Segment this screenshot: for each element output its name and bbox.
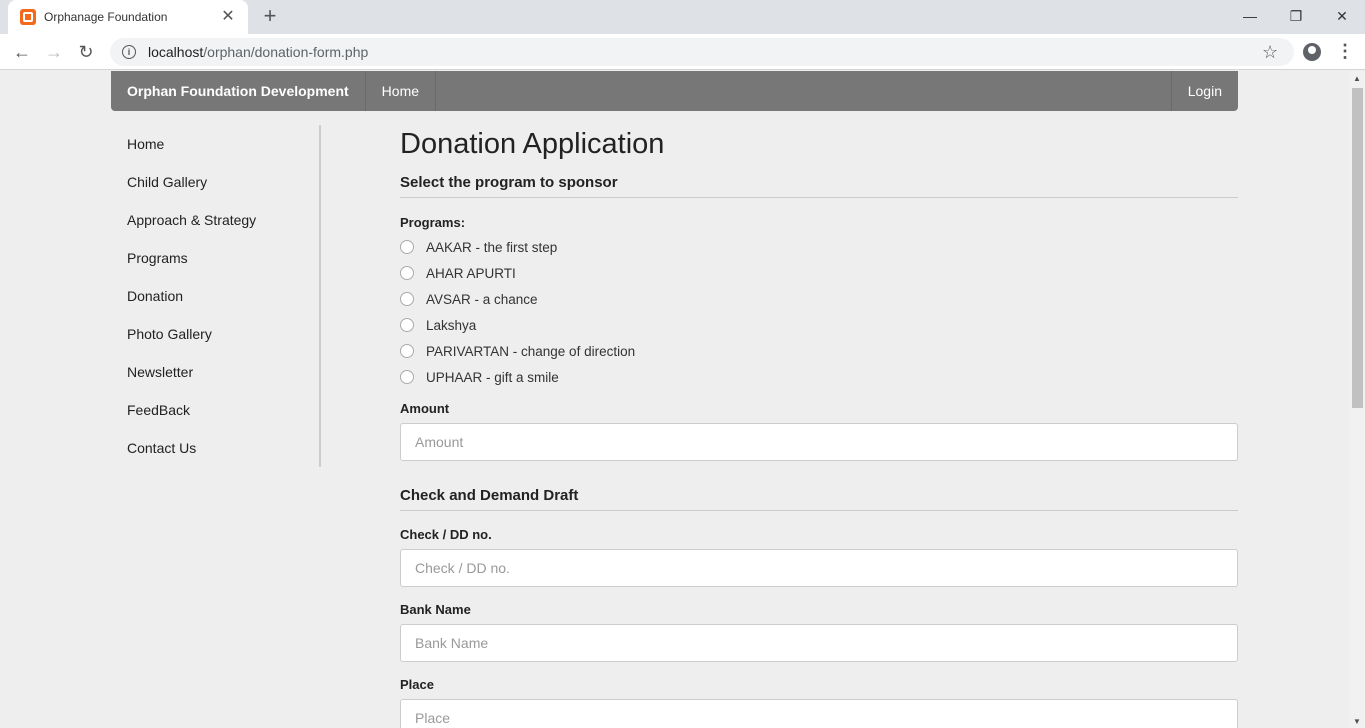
check-dd-label: Check / DD no. <box>400 527 492 542</box>
page-title: Donation Application <box>400 128 665 160</box>
amount-label: Amount <box>400 401 450 416</box>
account-icon[interactable] <box>1303 43 1321 61</box>
radio-button[interactable] <box>400 266 414 280</box>
program-option[interactable]: AHAR APURTI <box>400 260 1238 286</box>
program-option[interactable]: AVSAR - a chance <box>400 286 1238 312</box>
bank-name-label: Bank Name <box>400 602 471 617</box>
program-option-label: PARIVARTAN - change of direction <box>426 343 636 359</box>
new-tab-icon[interactable]: + <box>258 5 282 29</box>
sidebar: Home Child Gallery Approach & Strategy P… <box>111 125 321 467</box>
browser-tabstrip: Orphanage Foundation ✕ + — ❐ ✕ <box>0 0 1365 34</box>
sidebar-item-child-gallery[interactable]: Child Gallery <box>111 163 319 201</box>
back-arrow-icon[interactable]: ← <box>10 40 34 64</box>
program-option-label: AHAR APURTI <box>426 265 516 281</box>
section-heading-check: Check and Demand Draft <box>400 487 1238 511</box>
site-favicon-icon <box>20 9 36 25</box>
section-heading-program: Select the program to sponsor <box>400 174 1238 198</box>
brand-link[interactable]: Orphan Foundation Development <box>111 71 366 111</box>
window-close-icon[interactable]: ✕ <box>1319 0 1365 32</box>
page-viewport: Orphan Foundation Development Home Login… <box>0 71 1350 728</box>
program-option-label: UPHAAR - gift a smile <box>426 369 559 385</box>
programs-radio-group: AAKAR - the first step AHAR APURTI AVSAR… <box>400 234 1238 390</box>
scroll-down-icon[interactable]: ▼ <box>1353 717 1361 726</box>
programs-label: Programs: <box>400 215 466 230</box>
program-option[interactable]: PARIVARTAN - change of direction <box>400 338 1238 364</box>
sidebar-item-feedback[interactable]: FeedBack <box>111 391 319 429</box>
tab-close-icon[interactable]: ✕ <box>220 9 236 25</box>
tab-title: Orphanage Foundation <box>44 10 168 24</box>
program-option[interactable]: UPHAAR - gift a smile <box>400 364 1238 390</box>
sidebar-item-donation[interactable]: Donation <box>111 277 319 315</box>
reload-icon[interactable]: ↻ <box>74 40 98 64</box>
radio-button[interactable] <box>400 344 414 358</box>
browser-tab[interactable]: Orphanage Foundation ✕ <box>8 0 248 34</box>
check-dd-input[interactable] <box>400 549 1238 587</box>
top-navbar: Orphan Foundation Development Home Login <box>111 71 1238 111</box>
bookmark-star-icon[interactable]: ☆ <box>1262 42 1278 63</box>
radio-button[interactable] <box>400 370 414 384</box>
sidebar-item-newsletter[interactable]: Newsletter <box>111 353 319 391</box>
browser-menu-icon[interactable]: ⋮ <box>1336 41 1354 62</box>
browser-toolbar: ← → ↻ i localhost/orphan/donation-form.p… <box>0 34 1365 70</box>
restore-icon[interactable]: ❐ <box>1273 0 1319 32</box>
sidebar-item-photo-gallery[interactable]: Photo Gallery <box>111 315 319 353</box>
radio-button[interactable] <box>400 240 414 254</box>
scrollbar-thumb[interactable] <box>1352 88 1363 408</box>
url-host: localhost <box>148 44 204 60</box>
bank-name-input[interactable] <box>400 624 1238 662</box>
program-option[interactable]: Lakshya <box>400 312 1238 338</box>
donation-form: Donation Application Select the program … <box>400 125 1238 728</box>
radio-button[interactable] <box>400 318 414 332</box>
radio-button[interactable] <box>400 292 414 306</box>
forward-arrow-icon[interactable]: → <box>42 40 66 64</box>
program-option[interactable]: AAKAR - the first step <box>400 234 1238 260</box>
place-input[interactable] <box>400 699 1238 728</box>
scroll-up-icon[interactable]: ▲ <box>1353 74 1361 83</box>
url-text: localhost/orphan/donation-form.php <box>148 44 368 60</box>
minimize-icon[interactable]: — <box>1227 0 1273 32</box>
program-option-label: AVSAR - a chance <box>426 291 538 307</box>
sidebar-item-programs[interactable]: Programs <box>111 239 319 277</box>
address-bar[interactable]: i localhost/orphan/donation-form.php <box>110 38 1294 66</box>
amount-input[interactable] <box>400 423 1238 461</box>
sidebar-item-home[interactable]: Home <box>111 125 319 163</box>
page-scrollbar[interactable]: ▲ ▼ <box>1350 71 1365 728</box>
sidebar-item-approach-strategy[interactable]: Approach & Strategy <box>111 201 319 239</box>
program-option-label: Lakshya <box>426 317 477 333</box>
sidebar-item-contact-us[interactable]: Contact Us <box>111 429 319 467</box>
site-info-icon[interactable]: i <box>122 45 136 59</box>
program-option-label: AAKAR - the first step <box>426 239 558 255</box>
place-label: Place <box>400 677 434 692</box>
url-path: /orphan/donation-form.php <box>203 44 369 60</box>
nav-login-link[interactable]: Login <box>1170 71 1238 111</box>
nav-home-link[interactable]: Home <box>366 71 437 111</box>
